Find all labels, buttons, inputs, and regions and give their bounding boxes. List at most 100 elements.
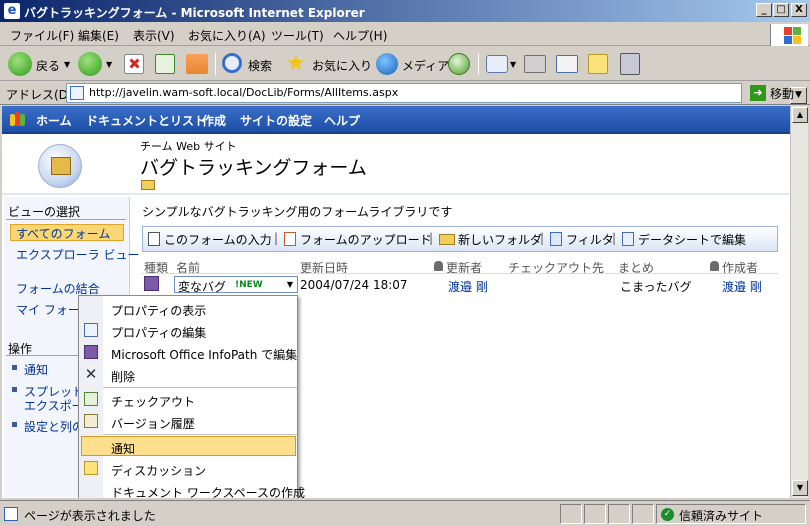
edit-properties-icon <box>84 323 98 337</box>
scroll-up-icon[interactable]: ▲ <box>792 107 808 123</box>
discuss-icon[interactable] <box>588 54 608 74</box>
view-explorer[interactable]: エクスプローラ ビュー <box>16 246 139 263</box>
close-button[interactable]: X <box>791 3 807 17</box>
datasheet-icon <box>622 232 634 246</box>
menu-alert-label: 通知 <box>111 442 136 456</box>
new-form-icon <box>148 232 160 246</box>
window-title: バグトラッキングフォーム - Microsoft Internet Explor… <box>24 6 365 20</box>
toolbar: 戻る ▼ ▼ 検索 ★ お気に入り メディア ▼ <box>0 47 810 81</box>
menu-discussion[interactable]: ディスカッション <box>79 458 297 479</box>
media-button[interactable]: メディア <box>402 57 449 74</box>
nav-help[interactable]: ヘルプ <box>324 112 360 129</box>
new-badge: !NEW <box>235 280 263 290</box>
person-icon <box>710 261 719 271</box>
edit-icon[interactable] <box>556 55 578 73</box>
menu-delete[interactable]: ✕ 削除 <box>79 364 297 385</box>
menu-edit[interactable]: 編集(E) <box>78 27 119 44</box>
back-icon[interactable] <box>8 52 32 76</box>
back-button[interactable]: 戻る <box>36 57 60 74</box>
nav-create[interactable]: 作成 <box>202 112 226 129</box>
favorites-button[interactable]: お気に入り <box>312 57 372 74</box>
new-folder-button[interactable]: 新しいフォルダ <box>458 231 542 248</box>
item-created-by[interactable]: 渡邉 剛 <box>722 278 762 295</box>
menu-favorites[interactable]: お気に入り(A) <box>188 27 266 44</box>
mail-dropdown-icon[interactable]: ▼ <box>510 60 516 69</box>
menu-check-out-label: チェックアウト <box>111 395 196 409</box>
menu-discussion-label: ディスカッション <box>111 464 207 478</box>
action-alert[interactable]: 通知 <box>24 361 48 378</box>
history-icon[interactable] <box>448 53 470 75</box>
column-header-rule <box>142 273 778 274</box>
page-icon <box>70 86 84 100</box>
menu-help[interactable]: ヘルプ(H) <box>333 27 387 44</box>
menu-alert[interactable]: 通知 <box>79 436 297 457</box>
menu-view[interactable]: 表示(V) <box>133 27 175 44</box>
header-divider <box>2 193 790 195</box>
refresh-icon[interactable] <box>155 54 175 74</box>
menu-edit-in-infopath[interactable]: Microsoft Office InfoPath で編集 <box>79 342 297 363</box>
maximize-button[interactable]: □ <box>773 3 789 17</box>
new-folder-icon <box>439 234 455 245</box>
view-my-forms[interactable]: マイ フォー <box>16 301 80 318</box>
go-arrow-icon: ➜ <box>750 85 766 101</box>
action-settings-columns[interactable]: 設定と列の <box>24 418 84 435</box>
print-icon[interactable] <box>524 55 546 73</box>
status-panel <box>608 504 630 524</box>
menu-create-workspace[interactable]: ドキュメント ワークスペースの作成 <box>79 480 305 498</box>
search-button[interactable]: 検索 <box>248 57 272 74</box>
page-loaded-icon <box>4 507 18 521</box>
nav-documents-lists[interactable]: ドキュメントとリスト <box>86 112 206 129</box>
item-summary: こまったバグ <box>620 280 692 294</box>
menu-view-properties[interactable]: プロパティの表示 <box>79 298 297 319</box>
menu-separator <box>103 434 297 435</box>
filter-button[interactable]: フィルタ <box>566 231 614 248</box>
site-subtitle[interactable]: チーム Web サイト <box>140 138 237 154</box>
research-icon[interactable] <box>620 53 640 75</box>
forward-dropdown-icon[interactable]: ▼ <box>106 60 112 69</box>
upload-icon <box>284 232 296 246</box>
page-content: ホーム ドキュメントとリスト 作成 サイトの設定 ヘルプ チーム Web サイト… <box>2 106 790 498</box>
menu-tools[interactable]: ツール(T) <box>271 27 324 44</box>
vertical-scrollbar[interactable]: ▲ ▼ <box>790 106 808 498</box>
view-heading-rule <box>6 219 126 220</box>
home-icon[interactable] <box>186 54 208 74</box>
menu-edit-properties[interactable]: プロパティの編集 <box>79 320 297 341</box>
status-text: ページが表示されました <box>24 509 156 523</box>
go-button[interactable]: ➜ 移動 <box>748 84 808 102</box>
infopath-icon <box>84 345 98 359</box>
infopath-form-icon[interactable] <box>144 276 159 291</box>
item-name-menu[interactable]: 変なバグ !NEW ▼ <box>174 276 298 295</box>
chevron-down-icon[interactable]: ▼ <box>283 277 297 292</box>
item-name[interactable]: 変なバグ <box>178 278 226 295</box>
datasheet-edit-button[interactable]: データシートで編集 <box>638 231 746 248</box>
nav-home[interactable]: ホーム <box>36 112 72 129</box>
scroll-down-icon[interactable]: ▼ <box>792 480 808 496</box>
fill-form-button[interactable]: このフォームの入力 <box>164 231 272 248</box>
menu-file[interactable]: ファイル(F) <box>10 27 74 44</box>
favorites-star-icon[interactable]: ★ <box>286 52 306 76</box>
stop-icon[interactable] <box>124 54 144 74</box>
search-icon[interactable] <box>222 53 242 73</box>
filter-icon <box>550 232 562 246</box>
minimize-button[interactable]: _ <box>756 3 772 17</box>
security-zone-panel: ✓ 信頼済みサイト <box>656 504 806 524</box>
menu-check-out[interactable]: チェックアウト <box>79 389 297 410</box>
back-dropdown-icon[interactable]: ▼ <box>64 60 70 69</box>
item-modified: 2004/07/24 18:07 <box>300 278 408 292</box>
top-navigation: ホーム ドキュメントとリスト 作成 サイトの設定 ヘルプ <box>2 106 790 134</box>
media-icon[interactable] <box>376 53 398 75</box>
people-icon <box>10 112 26 128</box>
upload-form-button[interactable]: フォームのアップロード <box>300 231 432 248</box>
action-export[interactable]: エクスポー <box>24 397 84 414</box>
status-panel <box>632 504 654 524</box>
folder-icon[interactable] <box>141 180 155 190</box>
forward-icon[interactable] <box>78 52 102 76</box>
view-all-forms[interactable]: すべてのフォーム <box>16 225 110 242</box>
address-input[interactable]: http://javelin.wam-soft.local/DocLib/For… <box>66 83 807 104</box>
nav-site-settings[interactable]: サイトの設定 <box>240 112 312 129</box>
menu-view-properties-label: プロパティの表示 <box>111 304 207 318</box>
discussion-icon <box>84 461 98 475</box>
mail-icon[interactable] <box>486 55 508 73</box>
menu-version-history[interactable]: バージョン履歴 <box>79 411 297 432</box>
item-modified-by[interactable]: 渡邉 剛 <box>448 278 488 295</box>
